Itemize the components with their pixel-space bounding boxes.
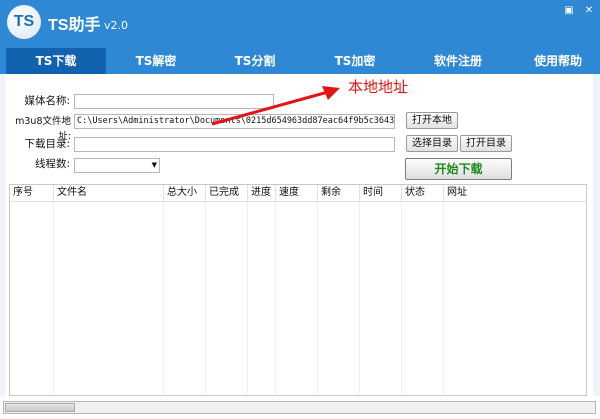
column-divider [163,202,164,395]
column-remaining[interactable]: 剩余 [318,185,360,201]
column-index[interactable]: 序号 [10,185,54,201]
column-divider [401,202,402,395]
column-completed[interactable]: 已完成 [206,185,248,201]
table-header: 序号 文件名 总大小 已完成 进度 速度 剩余 时间 状态 网址 [10,185,586,202]
column-divider [317,202,318,395]
column-filename[interactable]: 文件名 [54,185,164,201]
annotation-label: 本地地址 [348,78,409,96]
download-table[interactable]: 序号 文件名 总大小 已完成 进度 速度 剩余 时间 状态 网址 [9,184,587,396]
column-divider [53,202,54,395]
column-divider [247,202,248,395]
horizontal-scrollbar[interactable] [3,401,596,414]
column-divider [205,202,206,395]
scrollbar-thumb[interactable] [5,403,75,412]
column-progress[interactable]: 进度 [248,185,276,201]
column-divider [443,202,444,395]
column-divider [275,202,276,395]
column-time[interactable]: 时间 [360,185,402,201]
column-speed[interactable]: 速度 [276,185,318,201]
column-total-size[interactable]: 总大小 [164,185,206,201]
column-url[interactable]: 网址 [444,185,586,201]
column-status[interactable]: 状态 [402,185,444,201]
column-divider [359,202,360,395]
